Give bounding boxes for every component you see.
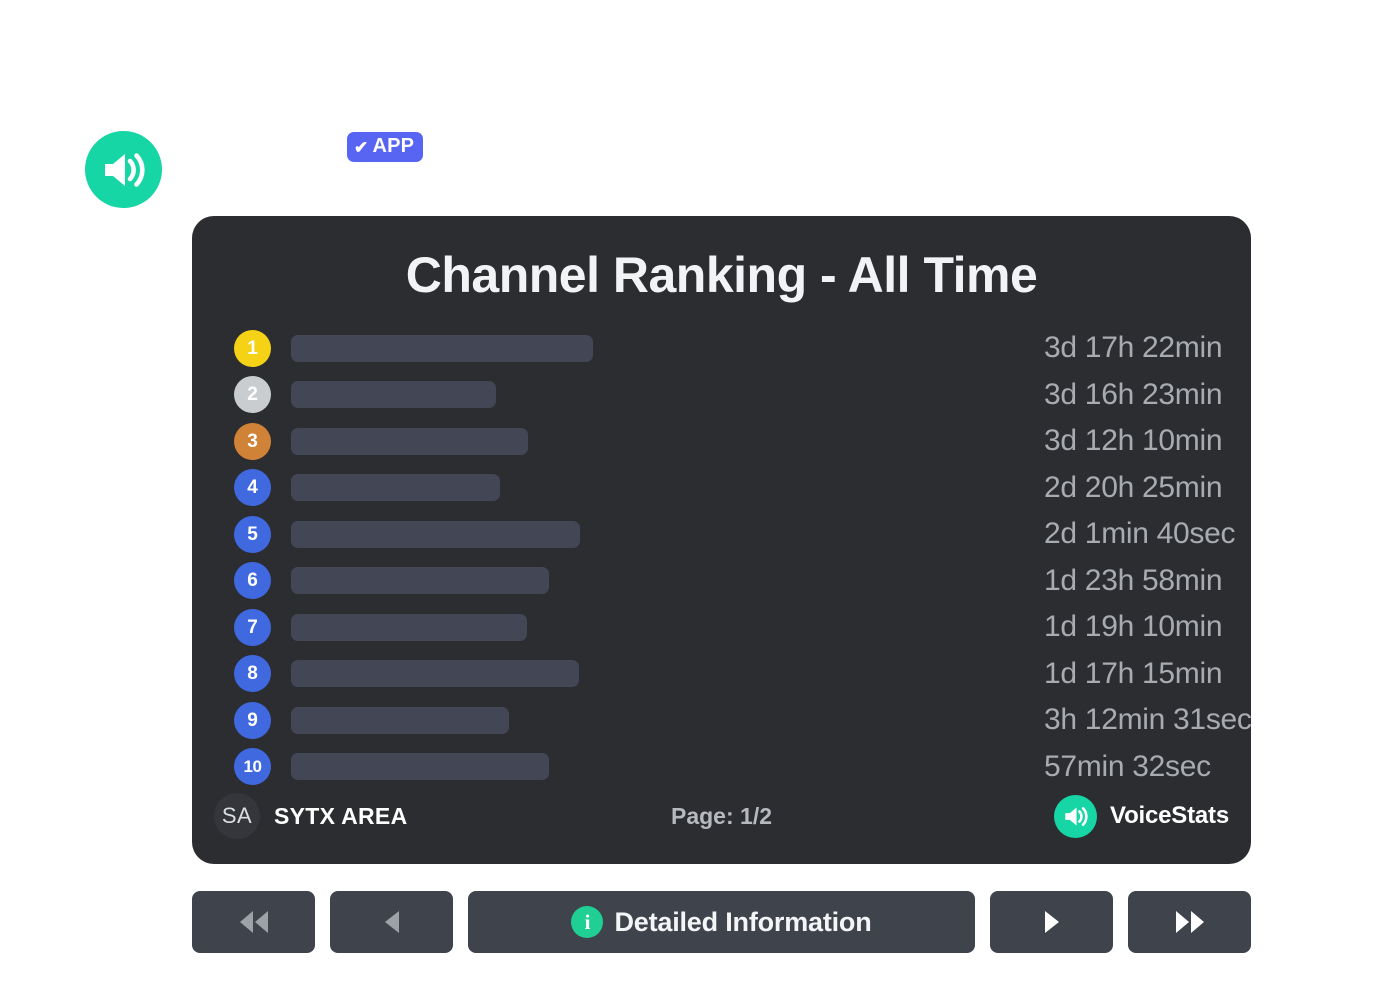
rank-duration: 57min 32sec [1044,749,1211,783]
rank-duration: 3d 12h 10min [1044,424,1223,458]
ranking-row: 10 57min 32sec [234,744,1211,791]
ranking-row: 4 2d 20h 25min [234,465,1223,512]
server-avatar: SA [214,793,260,839]
channel-name-redacted [291,706,509,734]
fast-forward-icon [1175,911,1204,933]
ranking-list: 1 3d 17h 22min 2 3d 16h 23min 3 3d 12h 10min 4… [192,325,1252,791]
previous-arrow-icon [384,911,399,933]
ranking-row: 1 3d 17h 22min [234,325,1223,372]
rank-badge: 2 [234,376,271,414]
next-page-button[interactable] [990,891,1113,953]
rank-duration: 2d 1min 40sec [1044,517,1236,551]
info-icon: i [571,906,604,938]
rank-badge: 7 [234,608,271,646]
rank-badge: 5 [234,515,271,553]
ranking-row: 7 1d 19h 10min [234,604,1223,651]
rank-duration: 3d 17h 22min [1044,331,1223,365]
pagination-button-bar: i Detailed Information [192,891,1251,953]
rewind-icon [239,911,268,933]
previous-page-button[interactable] [330,891,453,953]
rank-badge: 8 [234,655,271,693]
rank-badge: 9 [234,701,271,739]
rank-badge: 4 [234,469,271,507]
channel-name-redacted [291,474,500,502]
rank-duration: 1d 17h 15min [1044,656,1223,690]
channel-name-redacted [291,567,549,595]
ranking-row: 9 3h 12min 31sec [234,697,1252,744]
rank-duration: 1d 19h 10min [1044,610,1223,644]
verified-check-icon: ✔ [354,137,369,157]
detailed-information-label: Detailed Information [614,906,872,937]
brand-mark: VoiceStats [1054,794,1229,838]
first-page-button[interactable] [192,891,315,953]
ranking-row: 6 1d 23h 58min [234,558,1223,605]
rank-duration: 3d 16h 23min [1044,377,1223,411]
screenshot-root: ✔ APP Channel Ranking - All Time 1 3d 17h… [0,0,1400,1000]
ranking-row: 8 1d 17h 15min [234,651,1223,698]
detailed-information-button[interactable]: i Detailed Information [468,891,975,953]
channel-name-redacted [291,334,593,362]
rank-duration: 3h 12min 31sec [1044,703,1252,737]
next-arrow-icon [1044,911,1059,933]
app-badge-label: APP [372,135,415,157]
ranking-row: 2 3d 16h 23min [234,372,1223,419]
brand-name: VoiceStats [1110,802,1229,829]
rank-duration: 2d 20h 25min [1044,470,1223,504]
channel-name-redacted [291,381,496,409]
brand-speaker-icon [1054,794,1098,838]
page-title: Channel Ranking - All Time [405,247,1038,303]
ranking-row: 3 3d 12h 10min [234,418,1223,465]
app-badge: ✔ APP [347,132,424,162]
channel-name-redacted [291,753,549,781]
channel-name-redacted [291,427,528,455]
last-page-button[interactable] [1128,891,1251,953]
card-footer: SA SYTX AREA Page: 1/2 VoiceStats [192,788,1251,844]
bot-avatar[interactable] [85,131,162,208]
footer-server-info: SA SYTX AREA [214,793,407,839]
ranking-embed-card: Channel Ranking - All Time 1 3d 17h 22min… [192,216,1252,864]
rank-badge: 1 [234,329,271,367]
channel-name-redacted [291,660,579,688]
rank-badge: 10 [234,748,271,786]
speaker-icon [101,150,147,190]
server-name: SYTX AREA [274,802,408,829]
rank-badge: 3 [234,422,271,460]
ranking-row: 5 2d 1min 40sec [234,511,1236,558]
channel-name-redacted [291,520,580,548]
channel-name-redacted [291,613,527,641]
rank-badge: 6 [234,562,271,600]
rank-duration: 1d 23h 58min [1044,563,1223,597]
